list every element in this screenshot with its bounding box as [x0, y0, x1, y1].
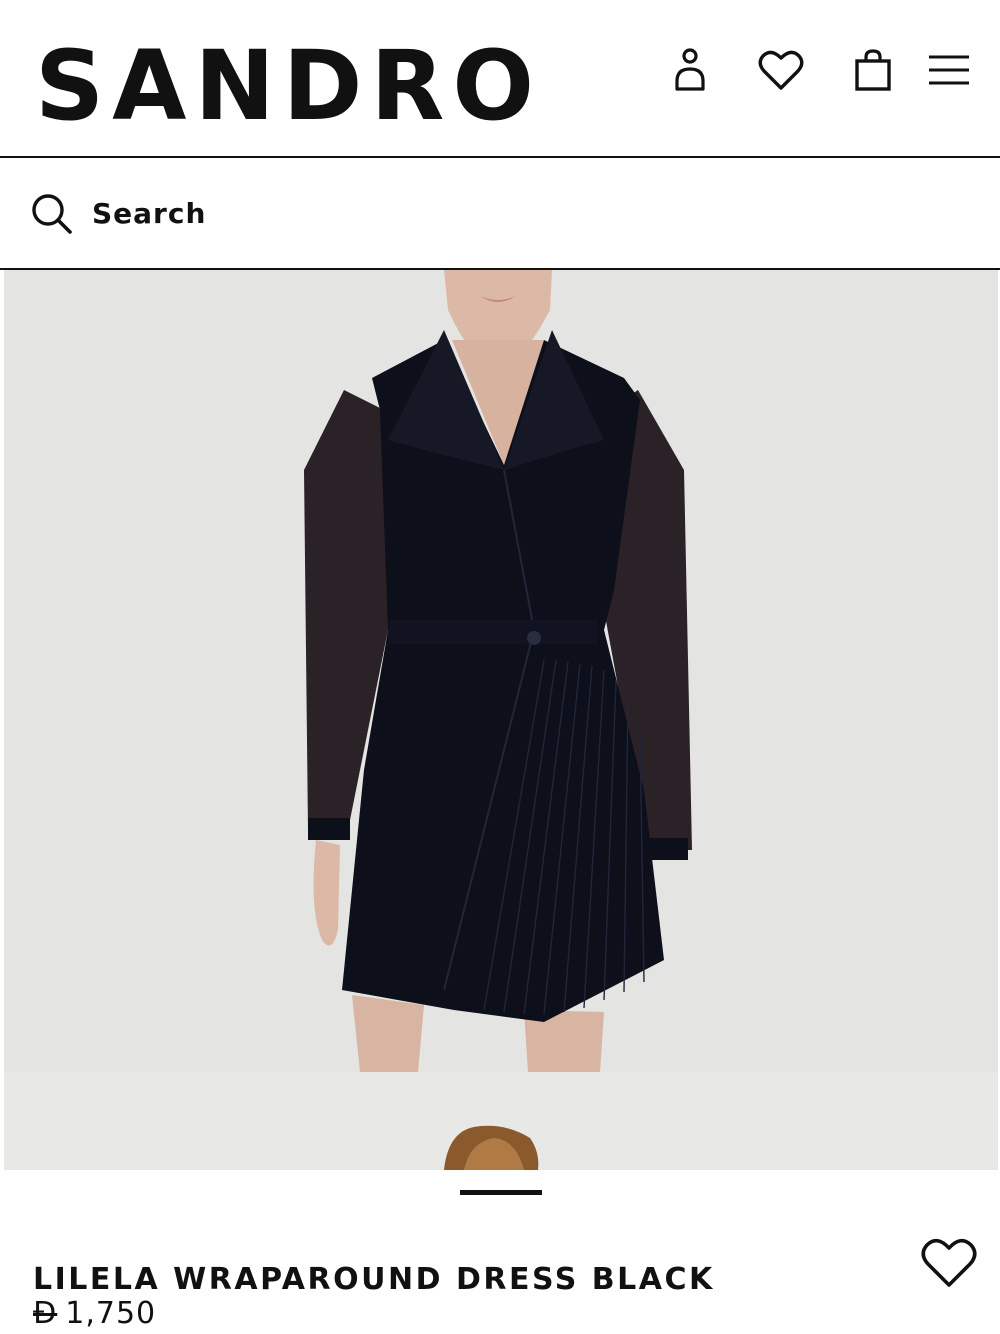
gallery-pager-indicator[interactable] [460, 1190, 542, 1195]
site-header: SANDRO [0, 0, 1000, 158]
product-image [4, 270, 998, 1072]
wishlist-icon[interactable] [756, 45, 806, 95]
add-to-wishlist-button[interactable] [918, 1232, 980, 1294]
search-input[interactable]: Search [0, 158, 1000, 270]
currency-symbol: Đ [33, 1296, 58, 1331]
next-product-image [4, 1072, 998, 1170]
brand-logo[interactable]: SANDRO [35, 30, 542, 142]
product-price: Đ 1,750 [33, 1294, 156, 1334]
price-value: 1,750 [65, 1296, 157, 1331]
heart-icon [921, 1238, 977, 1287]
account-icon[interactable] [665, 45, 715, 95]
search-icon[interactable] [30, 192, 74, 236]
bag-icon[interactable] [848, 45, 898, 95]
menu-icon[interactable] [925, 45, 973, 95]
search-placeholder: Search [92, 197, 207, 230]
product-image-gallery[interactable] [4, 270, 998, 1170]
